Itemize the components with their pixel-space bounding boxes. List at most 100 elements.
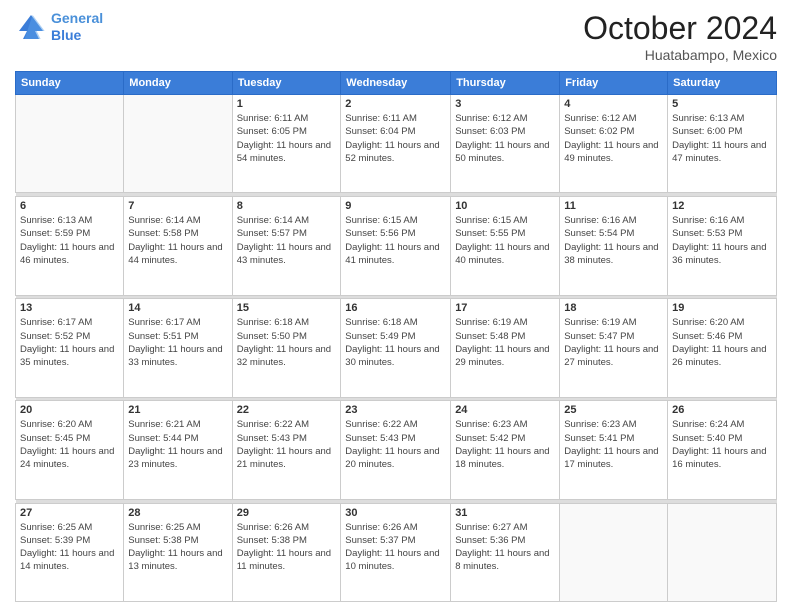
logo-general: General (51, 10, 103, 26)
calendar-cell: 24Sunrise: 6:23 AM Sunset: 5:42 PM Dayli… (451, 401, 560, 499)
calendar-cell: 20 Sunrise: 6:20 AM Sunset: 5:45 PM Dayli… (16, 401, 124, 499)
day-header-wednesday: Wednesday (341, 72, 451, 95)
calendar-cell: 5Sunrise: 6:13 AM Sunset: 6:00 PM Daylig… (668, 95, 777, 193)
day-info: Sunrise: 6:11 AM Sunset: 6:05 PM Dayligh… (237, 112, 337, 165)
header: General Blue October 2024 Huatabampo, Me… (15, 10, 777, 63)
calendar-cell (124, 95, 232, 193)
day-number: 10 (455, 200, 555, 212)
calendar-cell: 18Sunrise: 6:19 AM Sunset: 5:47 PM Dayli… (560, 299, 668, 397)
calendar-cell: 28Sunrise: 6:25 AM Sunset: 5:38 PM Dayli… (124, 503, 232, 601)
calendar-cell: 17Sunrise: 6:19 AM Sunset: 5:48 PM Dayli… (451, 299, 560, 397)
calendar-header-row: SundayMondayTuesdayWednesdayThursdayFrid… (16, 72, 777, 95)
calendar-cell: 1 Sunrise: 6:11 AM Sunset: 6:05 PM Daylig… (232, 95, 341, 193)
day-number: 20 (20, 404, 119, 416)
day-number: 16 (345, 302, 446, 314)
day-info: Sunrise: 6:17 AM Sunset: 5:51 PM Dayligh… (128, 316, 227, 369)
day-info: Sunrise: 6:20 AM Sunset: 5:45 PM Dayligh… (20, 418, 119, 471)
day-number: 7 (128, 200, 227, 212)
calendar-cell: 10 Sunrise: 6:15 AM Sunset: 5:55 PM Dayli… (451, 197, 560, 295)
day-info: Sunrise: 6:18 AM Sunset: 5:49 PM Dayligh… (345, 316, 446, 369)
day-number: 3 (455, 98, 555, 110)
day-number: 12 (672, 200, 772, 212)
logo-text: General Blue (51, 10, 103, 44)
day-info: Sunrise: 6:20 AM Sunset: 5:46 PM Dayligh… (672, 316, 772, 369)
calendar-cell: 29Sunrise: 6:26 AM Sunset: 5:38 PM Dayli… (232, 503, 341, 601)
day-number: 8 (237, 200, 337, 212)
day-number: 5 (672, 98, 772, 110)
day-info: Sunrise: 6:24 AM Sunset: 5:40 PM Dayligh… (672, 418, 772, 471)
calendar-cell: 8 Sunrise: 6:14 AM Sunset: 5:57 PM Daylig… (232, 197, 341, 295)
calendar: SundayMondayTuesdayWednesdayThursdayFrid… (15, 71, 777, 602)
calendar-cell: 15 Sunrise: 6:18 AM Sunset: 5:50 PM Dayli… (232, 299, 341, 397)
day-info: Sunrise: 6:27 AM Sunset: 5:36 PM Dayligh… (455, 521, 555, 574)
day-header-monday: Monday (124, 72, 232, 95)
day-info: Sunrise: 6:23 AM Sunset: 5:41 PM Dayligh… (564, 418, 663, 471)
day-number: 26 (672, 404, 772, 416)
week-row-2: 6 Sunrise: 6:13 AM Sunset: 5:59 PM Daylig… (16, 197, 777, 295)
calendar-cell: 14 Sunrise: 6:17 AM Sunset: 5:51 PM Dayli… (124, 299, 232, 397)
logo: General Blue (15, 10, 103, 44)
calendar-cell (560, 503, 668, 601)
day-info: Sunrise: 6:25 AM Sunset: 5:39 PM Dayligh… (20, 521, 119, 574)
calendar-cell: 9 Sunrise: 6:15 AM Sunset: 5:56 PM Daylig… (341, 197, 451, 295)
calendar-cell: 16 Sunrise: 6:18 AM Sunset: 5:49 PM Dayli… (341, 299, 451, 397)
day-header-saturday: Saturday (668, 72, 777, 95)
day-number: 2 (345, 98, 446, 110)
month-title: October 2024 (583, 10, 777, 47)
day-info: Sunrise: 6:14 AM Sunset: 5:57 PM Dayligh… (237, 214, 337, 267)
calendar-cell: 30Sunrise: 6:26 AM Sunset: 5:37 PM Dayli… (341, 503, 451, 601)
day-info: Sunrise: 6:22 AM Sunset: 5:43 PM Dayligh… (237, 418, 337, 471)
day-info: Sunrise: 6:18 AM Sunset: 5:50 PM Dayligh… (237, 316, 337, 369)
calendar-cell: 3 Sunrise: 6:12 AM Sunset: 6:03 PM Daylig… (451, 95, 560, 193)
calendar-cell: 27 Sunrise: 6:25 AM Sunset: 5:39 PM Dayli… (16, 503, 124, 601)
calendar-cell: 12 Sunrise: 6:16 AM Sunset: 5:53 PM Dayli… (668, 197, 777, 295)
calendar-cell: 2 Sunrise: 6:11 AM Sunset: 6:04 PM Daylig… (341, 95, 451, 193)
calendar-cell: 13Sunrise: 6:17 AM Sunset: 5:52 PM Dayli… (16, 299, 124, 397)
day-number: 14 (128, 302, 227, 314)
day-number: 29 (237, 507, 337, 519)
logo-icon (15, 11, 47, 43)
day-number: 4 (564, 98, 663, 110)
day-info: Sunrise: 6:13 AM Sunset: 5:59 PM Dayligh… (20, 214, 119, 267)
calendar-cell: 21 Sunrise: 6:21 AM Sunset: 5:44 PM Dayli… (124, 401, 232, 499)
location: Huatabampo, Mexico (583, 47, 777, 63)
day-number: 23 (345, 404, 446, 416)
week-row-1: 1 Sunrise: 6:11 AM Sunset: 6:05 PM Daylig… (16, 95, 777, 193)
day-number: 6 (20, 200, 119, 212)
page: General Blue October 2024 Huatabampo, Me… (0, 0, 792, 612)
day-info: Sunrise: 6:21 AM Sunset: 5:44 PM Dayligh… (128, 418, 227, 471)
title-block: October 2024 Huatabampo, Mexico (583, 10, 777, 63)
day-info: Sunrise: 6:26 AM Sunset: 5:37 PM Dayligh… (345, 521, 446, 574)
day-number: 27 (20, 507, 119, 519)
day-number: 25 (564, 404, 663, 416)
day-info: Sunrise: 6:15 AM Sunset: 5:56 PM Dayligh… (345, 214, 446, 267)
logo-blue: Blue (51, 27, 81, 43)
day-number: 1 (237, 98, 337, 110)
calendar-cell: 23 Sunrise: 6:22 AM Sunset: 5:43 PM Dayli… (341, 401, 451, 499)
day-info: Sunrise: 6:22 AM Sunset: 5:43 PM Dayligh… (345, 418, 446, 471)
calendar-cell: 7 Sunrise: 6:14 AM Sunset: 5:58 PM Daylig… (124, 197, 232, 295)
day-number: 21 (128, 404, 227, 416)
calendar-cell: 19 Sunrise: 6:20 AM Sunset: 5:46 PM Dayli… (668, 299, 777, 397)
day-header-sunday: Sunday (16, 72, 124, 95)
day-number: 17 (455, 302, 555, 314)
day-number: 31 (455, 507, 555, 519)
calendar-cell: 4Sunrise: 6:12 AM Sunset: 6:02 PM Daylig… (560, 95, 668, 193)
day-number: 15 (237, 302, 337, 314)
day-info: Sunrise: 6:11 AM Sunset: 6:04 PM Dayligh… (345, 112, 446, 165)
day-info: Sunrise: 6:25 AM Sunset: 5:38 PM Dayligh… (128, 521, 227, 574)
day-number: 13 (20, 302, 119, 314)
day-info: Sunrise: 6:14 AM Sunset: 5:58 PM Dayligh… (128, 214, 227, 267)
week-row-4: 20 Sunrise: 6:20 AM Sunset: 5:45 PM Dayli… (16, 401, 777, 499)
day-info: Sunrise: 6:23 AM Sunset: 5:42 PM Dayligh… (455, 418, 555, 471)
day-number: 9 (345, 200, 446, 212)
calendar-cell: 26 Sunrise: 6:24 AM Sunset: 5:40 PM Dayli… (668, 401, 777, 499)
day-info: Sunrise: 6:12 AM Sunset: 6:03 PM Dayligh… (455, 112, 555, 165)
day-header-tuesday: Tuesday (232, 72, 341, 95)
calendar-cell: 31 Sunrise: 6:27 AM Sunset: 5:36 PM Dayli… (451, 503, 560, 601)
day-info: Sunrise: 6:15 AM Sunset: 5:55 PM Dayligh… (455, 214, 555, 267)
day-info: Sunrise: 6:16 AM Sunset: 5:54 PM Dayligh… (564, 214, 663, 267)
day-number: 19 (672, 302, 772, 314)
calendar-cell: 11Sunrise: 6:16 AM Sunset: 5:54 PM Dayli… (560, 197, 668, 295)
day-info: Sunrise: 6:16 AM Sunset: 5:53 PM Dayligh… (672, 214, 772, 267)
